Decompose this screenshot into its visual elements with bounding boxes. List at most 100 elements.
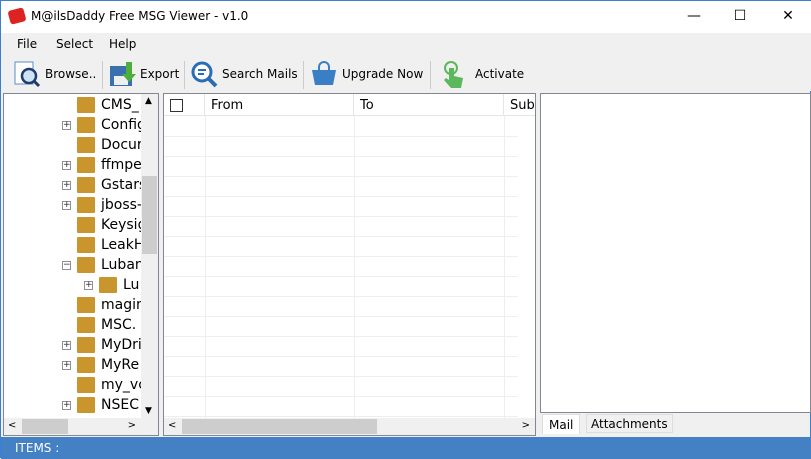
grid-row-line xyxy=(164,296,518,297)
tree-node[interactable]: magin xyxy=(62,295,145,315)
scroll-thumb[interactable] xyxy=(182,419,377,434)
menu-file[interactable]: File xyxy=(17,37,37,51)
upgrade-now-button[interactable]: Upgrade Now xyxy=(310,58,423,90)
tree-node-label[interactable]: MSC. xyxy=(101,317,136,333)
folder-tree[interactable]: CMS_ + Config Docur + ffmpeg + Gstars + jboss- Key… xyxy=(3,93,159,436)
browse-button[interactable]: Browse.. xyxy=(13,58,96,90)
tree-node-label[interactable]: LeakH xyxy=(101,237,144,253)
grid-row-line xyxy=(164,316,518,317)
tree-node[interactable]: + ffmpeg xyxy=(62,155,151,175)
select-all-checkbox[interactable] xyxy=(170,99,183,112)
expand-toggle-icon[interactable]: + xyxy=(62,360,71,370)
tree-node[interactable]: + jboss- xyxy=(62,195,142,215)
expand-toggle-icon[interactable]: + xyxy=(62,180,71,190)
column-from[interactable]: From xyxy=(205,94,354,115)
expand-toggle-icon[interactable]: + xyxy=(62,120,71,130)
scroll-right-icon[interactable]: > xyxy=(522,420,530,431)
tree-node[interactable]: − Luban xyxy=(62,255,144,275)
activate-button[interactable]: Activate xyxy=(441,58,524,90)
grid-row-line xyxy=(164,236,518,237)
activate-label: Activate xyxy=(475,67,525,81)
minimize-button[interactable]: — xyxy=(671,1,717,31)
title-bar: M@ilsDaddy Free MSG Viewer - v1.0 — ☐ ✕ xyxy=(1,1,811,33)
folder-icon xyxy=(77,237,95,253)
tree-node-label[interactable]: magin xyxy=(101,297,145,313)
tree-node-label[interactable]: Luban xyxy=(101,257,144,273)
expand-toggle-icon[interactable]: + xyxy=(84,280,93,290)
toolbar: Browse.. Export Search Mails Upgrade Now… xyxy=(1,55,811,91)
scroll-down-icon[interactable]: ▼ xyxy=(145,406,152,416)
activate-icon xyxy=(444,61,463,88)
tree-node[interactable]: + Lu xyxy=(84,275,139,295)
tree-node-label[interactable]: Gstars xyxy=(101,177,146,193)
tree-node-label[interactable]: Config xyxy=(101,117,146,133)
tree-node-label[interactable]: MyRe xyxy=(101,357,139,373)
folder-icon xyxy=(77,177,95,193)
expand-toggle-icon[interactable]: + xyxy=(62,200,71,210)
tree-vertical-scrollbar[interactable]: ▲ ▼ xyxy=(141,94,158,418)
tree-node-label[interactable]: Lu xyxy=(123,277,139,293)
separator xyxy=(184,61,185,89)
column-subject[interactable]: Sub xyxy=(504,94,536,115)
search-icon xyxy=(191,61,218,88)
grid-row-line xyxy=(164,416,518,417)
tree-node-label[interactable]: CMS_ xyxy=(101,97,139,113)
scroll-up-icon[interactable]: ▲ xyxy=(145,96,152,106)
tree-node[interactable]: + MyRe xyxy=(62,355,139,375)
column-to[interactable]: To xyxy=(354,94,504,115)
tree-node[interactable]: LeakH xyxy=(62,235,144,255)
scroll-right-icon[interactable]: > xyxy=(128,420,136,431)
tree-node[interactable]: + MyDri xyxy=(62,335,142,355)
tab-attachments[interactable]: Attachments xyxy=(586,414,673,433)
close-button[interactable]: ✕ xyxy=(765,1,811,31)
scroll-thumb[interactable] xyxy=(142,176,157,254)
mail-grid[interactable]: From To Sub < > xyxy=(163,93,536,436)
folder-icon xyxy=(77,337,95,353)
export-icon xyxy=(110,62,136,86)
grid-row-line xyxy=(164,156,518,157)
tree-node[interactable]: + Config xyxy=(62,115,146,135)
tree-node[interactable]: MSC. xyxy=(62,315,136,335)
folder-icon xyxy=(99,277,117,293)
expand-toggle-icon[interactable]: + xyxy=(62,340,71,350)
separator xyxy=(102,61,103,89)
tab-mail[interactable]: Mail xyxy=(542,414,581,434)
export-button[interactable]: Export xyxy=(108,58,179,90)
select-all-column xyxy=(164,94,205,115)
menu-select[interactable]: Select xyxy=(56,37,93,51)
search-mails-button[interactable]: Search Mails xyxy=(190,58,298,90)
scroll-left-icon[interactable]: < xyxy=(168,420,176,431)
tree-node-label[interactable]: MyDri xyxy=(101,337,142,353)
tree-node[interactable]: Keysig xyxy=(62,215,146,235)
tree-node-label[interactable]: Docur xyxy=(101,137,143,153)
status-bar: ITEMS : xyxy=(1,437,811,459)
menu-bar: File Select Help xyxy=(1,33,811,55)
tree-node-label[interactable]: Keysig xyxy=(101,217,146,233)
tree-node-label[interactable]: jboss- xyxy=(101,197,142,213)
scroll-thumb[interactable] xyxy=(22,419,68,434)
tree-node[interactable]: my_vc xyxy=(62,375,146,395)
browse-icon xyxy=(14,61,41,88)
tree-node[interactable]: CMS_ xyxy=(62,95,139,115)
grid-horizontal-scrollbar[interactable]: < > xyxy=(164,418,535,435)
expand-toggle-icon[interactable]: − xyxy=(62,260,71,270)
folder-icon xyxy=(77,357,95,373)
tree-node-label[interactable]: NSEC xyxy=(101,397,139,413)
expand-toggle-icon[interactable]: + xyxy=(62,400,71,410)
maximize-button[interactable]: ☐ xyxy=(717,1,763,31)
upgrade-now-label: Upgrade Now xyxy=(342,67,424,81)
tree-node[interactable]: + NSEC xyxy=(62,395,139,415)
tree-node-label[interactable]: my_vc xyxy=(101,377,146,393)
tree-node[interactable]: + Gstars xyxy=(62,175,146,195)
expand-toggle-icon[interactable]: + xyxy=(62,160,71,170)
scroll-left-icon[interactable]: < xyxy=(8,420,16,431)
window-title: M@ilsDaddy Free MSG Viewer - v1.0 xyxy=(31,9,249,23)
grid-row-line xyxy=(164,396,518,397)
tree-horizontal-scrollbar[interactable]: < > xyxy=(4,418,158,435)
folder-icon xyxy=(77,137,95,153)
tree-node[interactable]: Docur xyxy=(62,135,143,155)
folder-icon xyxy=(77,397,95,413)
menu-help[interactable]: Help xyxy=(109,37,136,51)
grid-row-line xyxy=(164,176,518,177)
folder-icon xyxy=(77,297,95,313)
